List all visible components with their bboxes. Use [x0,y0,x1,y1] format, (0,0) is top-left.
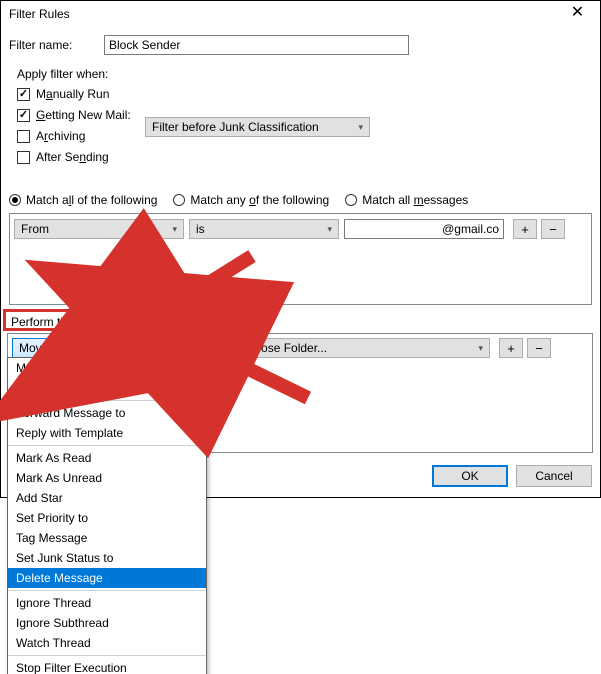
match-mode-row: Match all of the following Match any of … [9,193,468,207]
dropdown-option[interactable]: Watch Thread [8,633,206,653]
action-type-select[interactable]: Move Message to ▾ [12,338,202,358]
dropdown-option[interactable]: Reply with Template [8,423,206,443]
cancel-button[interactable]: Cancel [516,465,592,487]
condition-value-input[interactable]: @gmail.co [344,219,504,239]
radio-icon [345,194,357,206]
dropdown-separator [8,400,206,401]
close-button[interactable]: ✕ [555,1,600,31]
manually-run-checkbox[interactable]: Manually Run [17,85,131,103]
getting-new-mail-checkbox[interactable]: Getting New Mail: [17,106,131,124]
chevron-down-icon: ▾ [358,122,363,133]
filter-rules-dialog-screenshot: Filter Rules ✕ Filter name: Apply filter… [0,0,601,674]
dropdown-option[interactable]: Set Priority to [8,508,206,528]
dropdown-separator [8,655,206,656]
choose-folder-select[interactable]: Choose Folder... ▾ [212,338,490,358]
chevron-down-icon: ▾ [478,343,483,354]
checkbox-icon [17,151,30,164]
checkbox-icon [17,109,30,122]
ok-button[interactable]: OK [432,465,508,487]
match-all-radio[interactable]: Match all of the following [9,193,157,207]
match-all-messages-radio[interactable]: Match all messages [345,193,468,207]
archiving-checkbox[interactable]: Archiving [17,127,131,145]
condition-field-select[interactable]: From ▾ [14,219,184,239]
close-icon: ✕ [571,4,584,21]
chevron-down-icon: ▾ [172,224,177,235]
remove-action-button[interactable]: − [527,338,551,358]
condition-operator-select[interactable]: is ▾ [189,219,339,239]
chevron-down-icon: ▾ [190,343,195,354]
action-row: Move Message to ▾ Choose Folder... ▾ + − [12,338,551,358]
condition-row: From ▾ is ▾ @gmail.co + − [14,218,587,240]
dropdown-option[interactable]: Tag Message [8,528,206,548]
junk-select-value: Filter before Junk Classification [152,120,319,134]
dropdown-option[interactable]: Set Junk Status to [8,548,206,568]
filter-name-label: Filter name: [9,38,72,52]
match-any-radio[interactable]: Match any of the following [173,193,329,207]
junk-classification-select[interactable]: Filter before Junk Classification ▾ [145,117,370,137]
after-sending-checkbox[interactable]: After Sending [17,148,131,166]
add-action-button[interactable]: + [499,338,523,358]
dropdown-option[interactable]: Copy Message to [8,378,206,398]
dialog-buttons: OK Cancel [432,465,592,487]
dropdown-option[interactable]: Mark As Unread [8,468,206,488]
dropdown-separator [8,590,206,591]
filter-name-input[interactable] [104,35,409,55]
apply-filter-when-section: Apply filter when: Manually Run Getting … [17,67,131,169]
chevron-down-icon: ▾ [327,224,332,235]
dropdown-option[interactable]: Stop Filter Execution [8,658,206,674]
window-title: Filter Rules [9,7,70,21]
apply-filter-when-heading: Apply filter when: [17,67,131,81]
dropdown-option[interactable]: Move Message to [8,358,206,378]
filter-name-row: Filter name: [9,35,592,57]
dropdown-option[interactable]: Mark As Read [8,448,206,468]
conditions-box: From ▾ is ▾ @gmail.co + − [9,213,592,305]
perform-actions-label: Perform these actions: [7,313,135,331]
dropdown-option[interactable]: Delete Message [8,568,206,588]
dropdown-option[interactable]: Forward Message to [8,403,206,423]
folder-icon [219,343,233,354]
action-type-dropdown-popup: Move Message toCopy Message to Forward Me… [7,357,207,674]
radio-icon [173,194,185,206]
checkbox-icon [17,130,30,143]
add-condition-button[interactable]: + [513,219,537,239]
dropdown-option[interactable]: Ignore Thread [8,593,206,613]
dropdown-separator [8,445,206,446]
remove-condition-button[interactable]: − [541,219,565,239]
radio-icon [9,194,21,206]
dropdown-option[interactable]: Add Star [8,488,206,508]
checkbox-icon [17,88,30,101]
titlebar: Filter Rules ✕ [1,1,600,31]
dropdown-option[interactable]: Ignore Subthread [8,613,206,633]
